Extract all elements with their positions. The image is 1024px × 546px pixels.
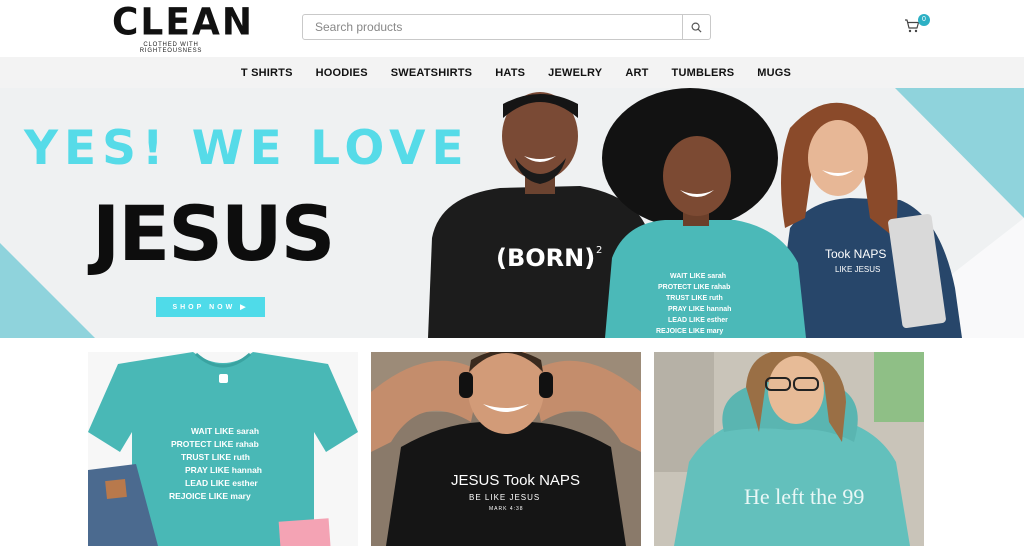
search-button[interactable] xyxy=(682,15,710,39)
product-card-he-left-the-99-hoodie[interactable]: He left the 99 xyxy=(654,352,924,546)
nav-item-mugs[interactable]: MUGS xyxy=(746,67,803,79)
hero-shirt-line-2: PROTECT LIKE rahab xyxy=(658,284,730,291)
logo-title: CLEAN xyxy=(112,0,254,45)
logo[interactable]: CLEAN CLOTHED WITH RIGHTEOUSNESS xyxy=(112,0,254,54)
model-woman-right: Took NAPS LIKE JESUS xyxy=(775,102,962,338)
hero-shirt-line-5: LEAD LIKE esther xyxy=(668,317,728,324)
hero-banner[interactable]: (BORN) 2 Took NAPS LIKE JESUS WAIT LIKE … xyxy=(0,88,1024,338)
hero-shirt-line-1: WAIT LIKE sarah xyxy=(670,273,726,280)
card1-line-4: PRAY LIKE hannah xyxy=(185,465,262,475)
hero-shirt-line-6: REJOICE LIKE mary xyxy=(656,328,723,335)
card2-shirt-sub: BE LIKE JESUS xyxy=(469,493,540,502)
card3-hoodie-text: He left the 99 xyxy=(744,484,864,509)
nav-item-hoodies[interactable]: HOODIES xyxy=(304,67,379,79)
hero-shirt-born-sup: 2 xyxy=(596,245,602,256)
search-icon xyxy=(691,22,702,33)
hero-title-yes-we-love: YES! WE LOVE xyxy=(24,121,470,176)
hero-shirt-naps-text: Took NAPS xyxy=(825,247,886,261)
product-image-tee-flatlay: WAIT LIKE sarah PROTECT LIKE rahab TRUST… xyxy=(88,352,358,546)
site-header: CLEAN CLOTHED WITH RIGHTEOUSNESS 0 xyxy=(0,0,1024,56)
product-card-jesus-took-naps-tee[interactable]: JESUS Took NAPS BE LIKE JESUS MARK 4:38 xyxy=(371,352,641,546)
search-bar xyxy=(302,14,711,40)
main-nav: T SHIRTS HOODIES SWEATSHIRTS HATS JEWELR… xyxy=(0,57,1024,88)
product-card-women-of-faith-tee[interactable]: WAIT LIKE sarah PROTECT LIKE rahab TRUST… xyxy=(88,352,358,546)
card1-line-6: REJOICE LIKE mary xyxy=(169,491,251,501)
nav-item-art[interactable]: ART xyxy=(614,67,660,79)
product-image-man-headphones: JESUS Took NAPS BE LIKE JESUS MARK 4:38 xyxy=(371,352,641,546)
card1-line-1: WAIT LIKE sarah xyxy=(191,426,259,436)
nav-item-jewelry[interactable]: JEWELRY xyxy=(537,67,614,79)
shop-now-button[interactable]: SHOP NOW ▶ xyxy=(156,297,265,317)
card2-shirt-ref: MARK 4:38 xyxy=(489,506,524,512)
nav-item-sweatshirts[interactable]: SWEATSHIRTS xyxy=(379,67,483,79)
hero-title-jesus: JESUS xyxy=(92,189,335,278)
card1-line-5: LEAD LIKE esther xyxy=(185,478,258,488)
cart-count-badge: 0 xyxy=(918,14,930,26)
nav-item-t-shirts[interactable]: T SHIRTS xyxy=(229,67,304,79)
hero-shirt-line-3: TRUST LIKE ruth xyxy=(666,295,723,302)
nav-item-tumblers[interactable]: TUMBLERS xyxy=(660,67,746,79)
hero-shirt-line-4: PRAY LIKE hannah xyxy=(668,306,731,313)
nav-item-hats[interactable]: HATS xyxy=(484,67,537,79)
card1-line-3: TRUST LIKE ruth xyxy=(181,452,250,462)
hero-shirt-born-text: (BORN) xyxy=(496,244,595,272)
product-image-woman-hoodie: He left the 99 xyxy=(654,352,924,546)
card1-line-2: PROTECT LIKE rahab xyxy=(171,439,259,449)
search-input[interactable] xyxy=(303,15,683,39)
card2-shirt-title: JESUS Took NAPS xyxy=(451,472,580,489)
hero-shirt-naps-sub: LIKE JESUS xyxy=(835,265,880,274)
